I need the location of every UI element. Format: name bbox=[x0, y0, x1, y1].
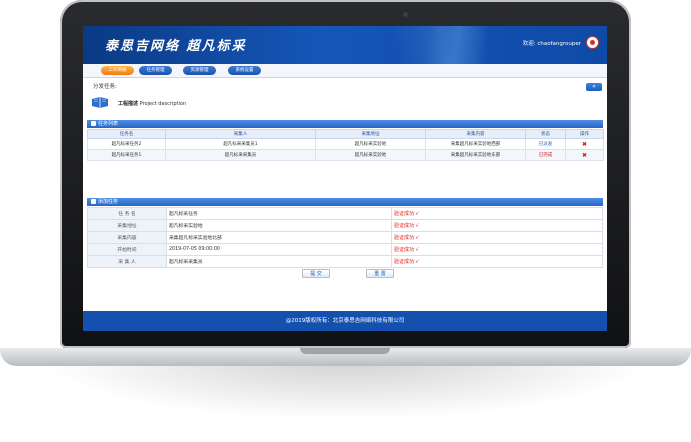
form-row: 采集地址 超凡标采实验地 验证成功 √ bbox=[87, 219, 603, 232]
breadcrumb: 分发任务: bbox=[93, 84, 117, 90]
book-icon bbox=[92, 97, 108, 108]
field-label: 开始时间 bbox=[87, 243, 167, 256]
field-label: 采集内容 bbox=[87, 231, 167, 244]
reset-button[interactable]: 重 置 bbox=[366, 269, 394, 278]
task-collector: 超凡标采采集员 bbox=[165, 149, 316, 161]
user-avatar-icon[interactable] bbox=[586, 36, 599, 49]
task-name: 超凡标采任务2 bbox=[87, 138, 166, 150]
project-title: 工程描述 bbox=[118, 101, 139, 107]
delete-icon[interactable]: ✖ bbox=[582, 141, 587, 148]
task-table: 任务名 采集人 采集地址 采集内容 状态 操作 超凡标采任务2 超凡标采采集员1… bbox=[87, 129, 604, 161]
task-table-header-row: 任务名 采集人 采集地址 采集内容 状态 操作 bbox=[87, 129, 604, 139]
address-input[interactable]: 超凡标采实验地 bbox=[166, 219, 392, 232]
list-icon bbox=[91, 121, 96, 126]
column-header: 任务名 bbox=[87, 129, 166, 139]
task-content: 采集超凡标采实验地西部 bbox=[425, 138, 526, 150]
field-label: 采集地址 bbox=[87, 219, 167, 232]
app-header: 泰思吉网络 超凡标采 欢迎: chaofangrouper bbox=[83, 26, 607, 64]
field-label: 采 集 人 bbox=[87, 255, 167, 268]
camera-icon bbox=[403, 12, 408, 17]
field-label: 任 务 名 bbox=[87, 207, 167, 220]
task-list-header: 任务列表 bbox=[87, 120, 603, 128]
collector-input[interactable]: 超凡标采采集员 bbox=[166, 255, 392, 268]
laptop-notch bbox=[300, 348, 390, 354]
tab-task-management[interactable]: 任务管理 bbox=[139, 66, 172, 75]
add-task-form: 任 务 名 超凡标采任务 验证成功 √ 采集地址 超凡标采实验地 验证成功 √ … bbox=[87, 207, 603, 268]
validation-message: 验证成功 √ bbox=[391, 219, 603, 232]
column-header: 状态 bbox=[525, 129, 566, 139]
action-cell: ✖ bbox=[565, 149, 604, 161]
task-name-input[interactable]: 超凡标采任务 bbox=[166, 207, 392, 220]
task-collector: 超凡标采采集员1 bbox=[165, 138, 316, 150]
add-task-header: 添加任务 bbox=[87, 198, 603, 206]
validation-message: 验证成功 √ bbox=[391, 243, 603, 256]
validation-message: 验证成功 √ bbox=[391, 207, 603, 220]
column-header: 采集内容 bbox=[425, 129, 526, 139]
table-row[interactable]: 超凡标采任务1 超凡标采采集员 超凡标采实验地 采集超凡标采实验地东部 已完成 … bbox=[87, 149, 604, 161]
form-row: 任 务 名 超凡标采任务 验证成功 √ bbox=[87, 207, 603, 220]
username[interactable]: chaofangrouper bbox=[537, 41, 581, 47]
app-screen: 泰思吉网络 超凡标采 欢迎: chaofangrouper 工作简报 任务管理 … bbox=[83, 26, 607, 331]
add-task-title: 添加任务 bbox=[98, 199, 119, 205]
welcome-text: 欢迎: chaofangrouper bbox=[523, 39, 581, 47]
column-header: 采集人 bbox=[165, 129, 316, 139]
task-address: 超凡标采实验地 bbox=[315, 149, 426, 161]
welcome-label: 欢迎: bbox=[522, 41, 536, 47]
tab-work-report[interactable]: 工作简报 bbox=[101, 66, 134, 75]
column-header: 操作 bbox=[565, 129, 604, 139]
form-row: 开始时间 2019-07-05 09:00:00 验证成功 √ bbox=[87, 243, 603, 256]
content-input[interactable]: 采集超凡标采实验地北部 bbox=[166, 231, 392, 244]
form-row: 采集内容 采集超凡标采实验地北部 验证成功 √ bbox=[87, 231, 603, 244]
column-header: 采集地址 bbox=[315, 129, 426, 139]
task-name: 超凡标采任务1 bbox=[87, 149, 166, 161]
project-subtitle: Project description bbox=[139, 101, 187, 107]
app-logo: 泰思吉网络 超凡标采 bbox=[105, 39, 247, 54]
delete-icon[interactable]: ✖ bbox=[582, 152, 587, 159]
task-address: 超凡标采实验地 bbox=[315, 138, 426, 150]
back-button[interactable]: « bbox=[586, 83, 602, 91]
tab-resource-management[interactable]: 资源管理 bbox=[183, 66, 216, 75]
task-list-title: 任务列表 bbox=[98, 121, 119, 127]
footer: @2019版权所有：北京泰思吉网络科技有限公司 bbox=[83, 311, 607, 331]
tab-system-settings[interactable]: 系统设置 bbox=[228, 66, 261, 75]
task-content: 采集超凡标采实验地东部 bbox=[425, 149, 526, 161]
validation-message: 验证成功 √ bbox=[391, 255, 603, 268]
action-cell: ✖ bbox=[565, 138, 604, 150]
start-time-input[interactable]: 2019-07-05 09:00:00 bbox=[166, 243, 392, 256]
table-row[interactable]: 超凡标采任务2 超凡标采采集员1 超凡标采实验地 采集超凡标采实验地西部 已派发… bbox=[87, 138, 604, 150]
project-description-label: 工程描述 Project description bbox=[118, 100, 186, 107]
ground-shadow bbox=[40, 360, 651, 420]
add-icon bbox=[91, 199, 96, 204]
validation-message: 验证成功 √ bbox=[391, 231, 603, 244]
status-badge: 已完成 bbox=[525, 149, 566, 161]
form-row: 采 集 人 超凡标采采集员 验证成功 √ bbox=[87, 255, 603, 268]
nav-bar: 工作简报 任务管理 资源管理 系统设置 bbox=[83, 64, 607, 78]
status-badge: 已派发 bbox=[525, 138, 566, 150]
submit-button[interactable]: 提 交 bbox=[302, 269, 330, 278]
project-description: 工程描述 Project description bbox=[91, 96, 221, 110]
